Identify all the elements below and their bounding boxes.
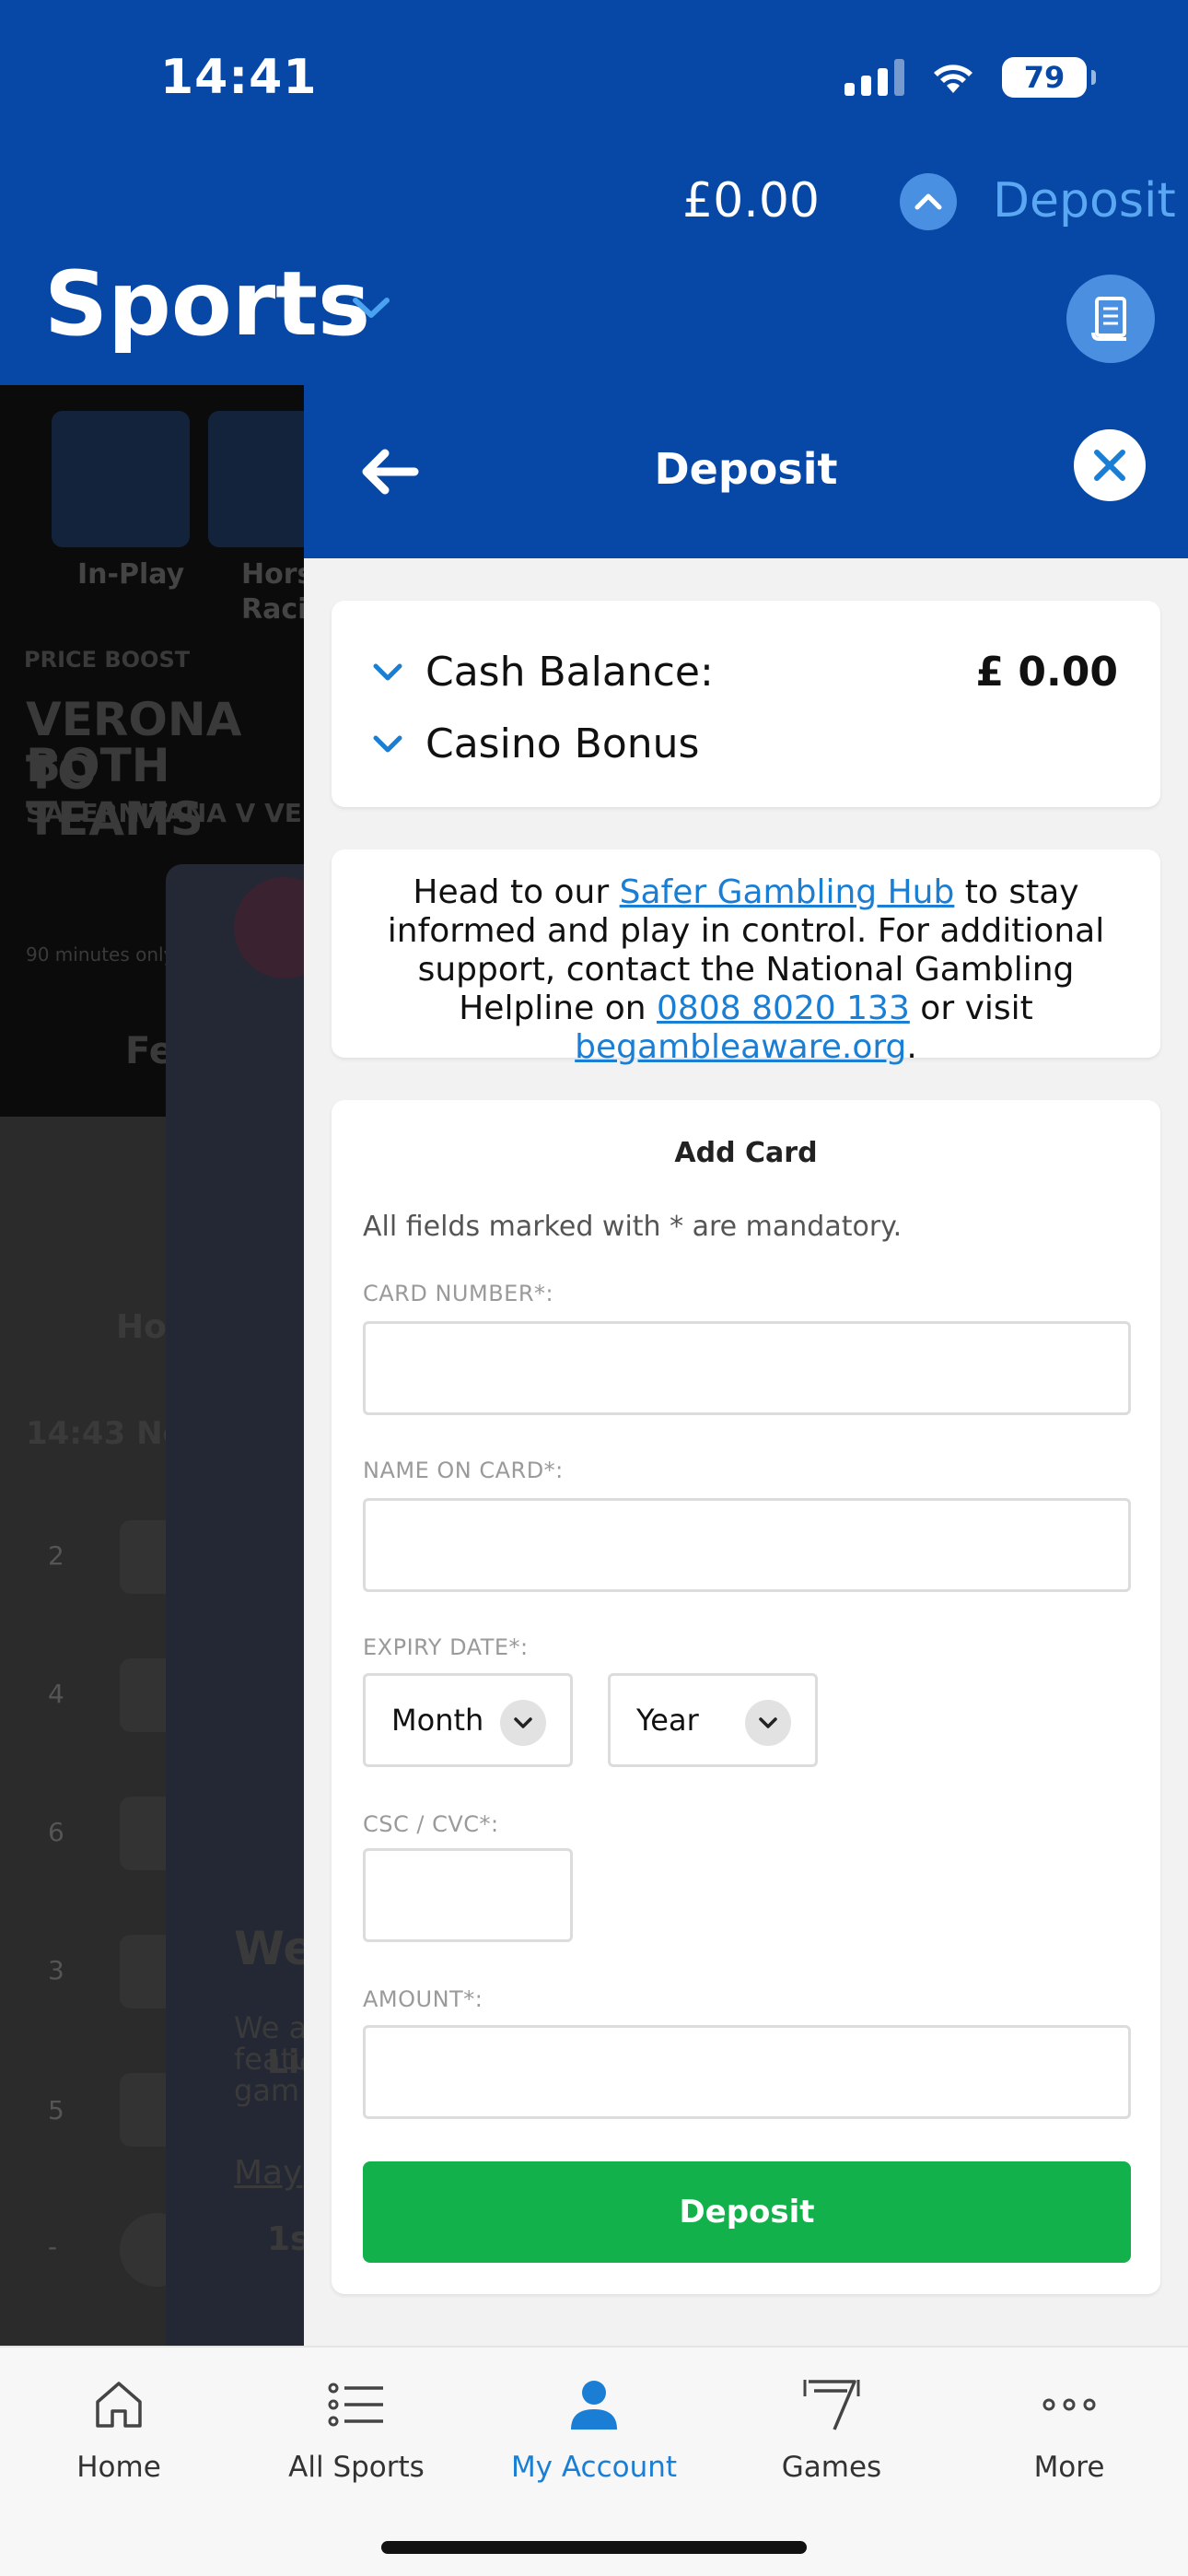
cash-balance-amount: £ 0.00	[975, 649, 1119, 696]
chevron-down-icon	[500, 1700, 546, 1746]
info-text: or visit	[909, 989, 1033, 1027]
year-value: Year	[636, 1703, 699, 1738]
inplay-tile	[52, 411, 190, 547]
tab-label: My Account	[510, 2451, 678, 2484]
tab-label: All Sports	[288, 2451, 425, 2484]
chevron-down-icon[interactable]	[350, 293, 392, 321]
inplay-label: In-Play	[77, 558, 185, 591]
runner-number: 6	[48, 1817, 64, 1847]
add-card-form: Add Card All fields marked with * are ma…	[332, 1100, 1160, 2294]
info-text: .	[906, 1028, 917, 1066]
name-on-card-input[interactable]	[363, 1498, 1131, 1592]
begambleaware-link[interactable]: begambleaware.org	[575, 1028, 906, 1066]
tab-my-account[interactable]: My Account	[475, 2368, 713, 2484]
tab-label: Home	[76, 2451, 161, 2484]
close-icon	[1094, 450, 1125, 481]
tab-all-sports[interactable]: All Sports	[238, 2368, 475, 2484]
balance-card: Cash Balance: £ 0.00 Casino Bonus	[332, 601, 1160, 807]
price-boost-badge: PRICE BOOST	[24, 647, 191, 673]
battery-icon: 79	[1002, 57, 1096, 98]
safer-gambling-hub-link[interactable]: Safer Gambling Hub	[620, 873, 955, 911]
home-icon	[96, 2382, 142, 2428]
close-button[interactable]	[1074, 429, 1146, 501]
cvc-label: CSC / CVC*:	[363, 1811, 499, 1837]
runner-number: 2	[48, 1540, 64, 1571]
horse-racing-heading: Ho	[116, 1308, 167, 1346]
runner-number: 3	[48, 1955, 64, 1985]
safer-gambling-info: Head to our Safer Gambling Hub to stay i…	[332, 849, 1160, 1066]
tab-label: Games	[781, 2451, 882, 2484]
expiry-date-label: EXPIRY DATE*:	[363, 1634, 529, 1660]
receipt-icon	[1091, 297, 1126, 341]
deposit-submit-button[interactable]: Deposit	[363, 2161, 1131, 2263]
casino-bonus-label: Casino Bonus	[425, 720, 700, 767]
cash-balance-row[interactable]: Cash Balance: £ 0.00	[372, 649, 1118, 696]
horse-label: Hors	[241, 558, 314, 591]
promo-link: May	[234, 2154, 303, 2192]
boost-subhead: SALERNITANA V VE	[26, 798, 302, 828]
boost-headline-2: BOTH TEAMS	[26, 739, 204, 846]
deposit-panel-header: Deposit	[304, 385, 1188, 558]
person-icon	[571, 2381, 617, 2430]
info-text: Head to our	[413, 873, 620, 911]
header-deposit-link[interactable]: Deposit	[993, 173, 1176, 228]
slot-777-icon	[803, 2380, 860, 2430]
add-card-title: Add Card	[674, 1137, 818, 1169]
tab-more[interactable]: More	[950, 2368, 1188, 2484]
card-number-input[interactable]	[363, 1321, 1131, 1415]
chevron-down-icon	[373, 735, 402, 752]
status-icons: 79	[844, 57, 1096, 98]
helpline-phone-link[interactable]: 0808 8020 133	[657, 989, 910, 1027]
runner-number: -	[48, 2231, 58, 2262]
status-time: 14:41	[160, 50, 318, 105]
balance-toggle-button[interactable]	[900, 173, 957, 230]
more-dots-icon	[1042, 2398, 1096, 2411]
casino-bonus-row[interactable]: Casino Bonus	[372, 720, 1118, 767]
cvc-input[interactable]	[363, 1848, 573, 1942]
deposit-title: Deposit	[654, 444, 838, 494]
betslip-button[interactable]	[1066, 275, 1155, 363]
promo-popup: We We a featu gam May	[166, 864, 335, 2346]
cellular-signal-icon	[844, 59, 904, 96]
promo-text-1: We a	[234, 2010, 308, 2045]
tab-games[interactable]: Games	[713, 2368, 950, 2484]
mandatory-note: All fields marked with * are mandatory.	[363, 1211, 903, 1243]
expiry-month-select[interactable]: Month	[363, 1673, 573, 1767]
promo-heading: We	[234, 1922, 315, 1975]
chevron-down-icon	[373, 663, 402, 680]
list-icon	[328, 2383, 383, 2427]
month-value: Month	[391, 1703, 484, 1738]
boost-note: 90 minutes only	[26, 943, 175, 966]
tab-home[interactable]: Home	[0, 2368, 238, 2484]
name-on-card-label: NAME ON CARD*:	[363, 1458, 564, 1483]
amount-label: AMOUNT*:	[363, 1986, 483, 2012]
deposit-panel: Deposit Cash Balance: £ 0.00 Casino Bonu…	[304, 385, 1188, 2346]
expiry-year-select[interactable]: Year	[608, 1673, 818, 1767]
home-indicator	[381, 2541, 807, 2554]
wifi-icon	[934, 64, 973, 93]
cash-balance-label: Cash Balance:	[425, 649, 714, 696]
amount-input[interactable]	[363, 2025, 1131, 2119]
tab-label: More	[1033, 2451, 1105, 2484]
runner-number: 4	[48, 1679, 64, 1709]
chevron-down-icon	[745, 1700, 791, 1746]
card-number-label: CARD NUMBER*:	[363, 1281, 554, 1306]
section-title[interactable]: Sports	[44, 252, 370, 356]
app-header: 14:41 79 £0.00 Deposit Sports	[0, 0, 1188, 385]
runner-number: 5	[48, 2095, 64, 2125]
chevron-up-icon	[914, 193, 942, 210]
account-balance[interactable]: £0.00	[682, 173, 820, 228]
